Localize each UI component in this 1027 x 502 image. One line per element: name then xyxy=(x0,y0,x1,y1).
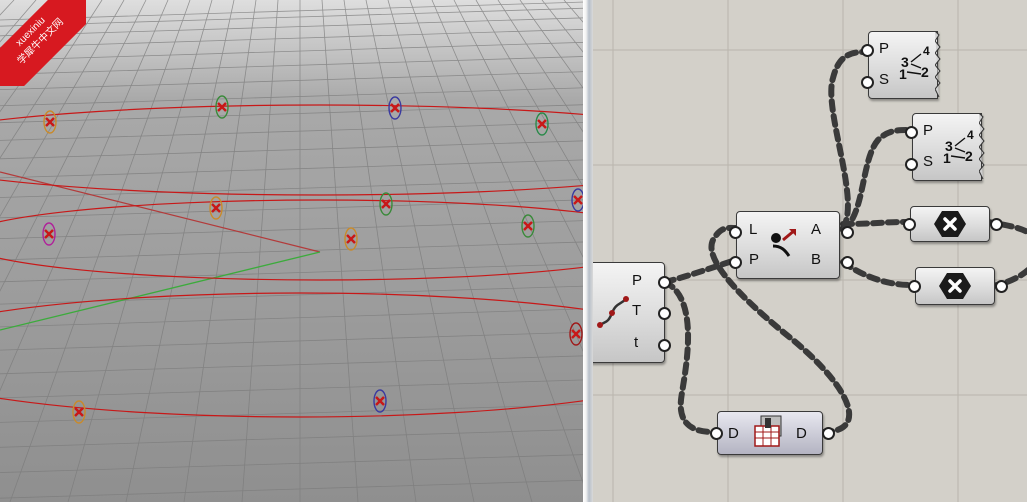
sort-list-component-2[interactable]: P S 4 3 1 2 xyxy=(905,113,985,181)
input-label-s: S xyxy=(923,153,934,170)
input-port-l[interactable] xyxy=(729,226,742,239)
wire-list-a-to-cull1 xyxy=(840,219,909,227)
sort-list-icon: 4 3 1 2 xyxy=(943,128,981,166)
output-port-d[interactable] xyxy=(822,427,835,440)
output-label-t-lower: t xyxy=(634,334,639,351)
input-label-p: P xyxy=(879,40,890,57)
input-label-s: S xyxy=(879,71,890,88)
output-port-p[interactable] xyxy=(658,276,671,289)
output-label-d: D xyxy=(796,425,807,442)
viewport-scene xyxy=(0,0,585,502)
output-label-a: A xyxy=(811,221,822,238)
wire-points-to-list-p xyxy=(662,257,739,285)
input-port-p[interactable] xyxy=(729,256,742,269)
input-port[interactable] xyxy=(908,280,921,293)
output-port-b[interactable] xyxy=(841,256,854,269)
cull-component-1[interactable] xyxy=(903,206,1003,242)
wire-curve-to-list xyxy=(662,279,716,435)
input-label-d: D xyxy=(728,425,739,442)
output-port[interactable] xyxy=(990,218,1003,231)
cull-icon xyxy=(934,211,966,237)
torn-edge xyxy=(935,31,941,97)
rhino-viewport[interactable]: xuexiniu 学犀牛中文网 xyxy=(0,0,585,502)
output-port-t-lower[interactable] xyxy=(658,339,671,352)
curve-icon xyxy=(597,296,629,328)
input-port-p[interactable] xyxy=(861,44,874,57)
input-port-p[interactable] xyxy=(905,126,918,139)
panel-divider[interactable] xyxy=(583,0,593,502)
input-port-s[interactable] xyxy=(905,158,918,171)
input-port-d[interactable] xyxy=(710,427,723,440)
data-dam-component[interactable]: D D xyxy=(710,411,835,455)
input-label-l: L xyxy=(749,221,758,238)
cull-icon xyxy=(939,273,971,299)
sort-list-icon: 4 3 1 2 xyxy=(899,44,937,82)
sort-list-component-1[interactable]: P S 4 3 1 2 xyxy=(861,31,941,99)
cull-component-2[interactable] xyxy=(908,267,1008,305)
output-label-t-upper: T xyxy=(632,302,642,319)
list-item-component[interactable]: L P A B xyxy=(729,211,854,279)
output-label-p: P xyxy=(632,272,643,289)
output-port[interactable] xyxy=(995,280,1008,293)
input-port-s[interactable] xyxy=(861,76,874,89)
curve-parameters-component[interactable]: P T t xyxy=(593,262,671,363)
output-label-b: B xyxy=(811,251,822,268)
wire-list-to-sort2 xyxy=(840,127,911,233)
input-label-p: P xyxy=(749,251,760,268)
output-port-a[interactable] xyxy=(841,226,854,239)
list-item-icon xyxy=(771,228,796,257)
input-port[interactable] xyxy=(903,218,916,231)
grasshopper-canvas[interactable]: P T t L P A B P S 4 3 1 2 P S 4 3 1 2 D … xyxy=(593,0,1027,502)
output-port-t-upper[interactable] xyxy=(658,307,671,320)
data-dam-icon xyxy=(754,415,782,447)
input-label-p: P xyxy=(923,122,934,139)
torn-edge xyxy=(979,113,985,179)
